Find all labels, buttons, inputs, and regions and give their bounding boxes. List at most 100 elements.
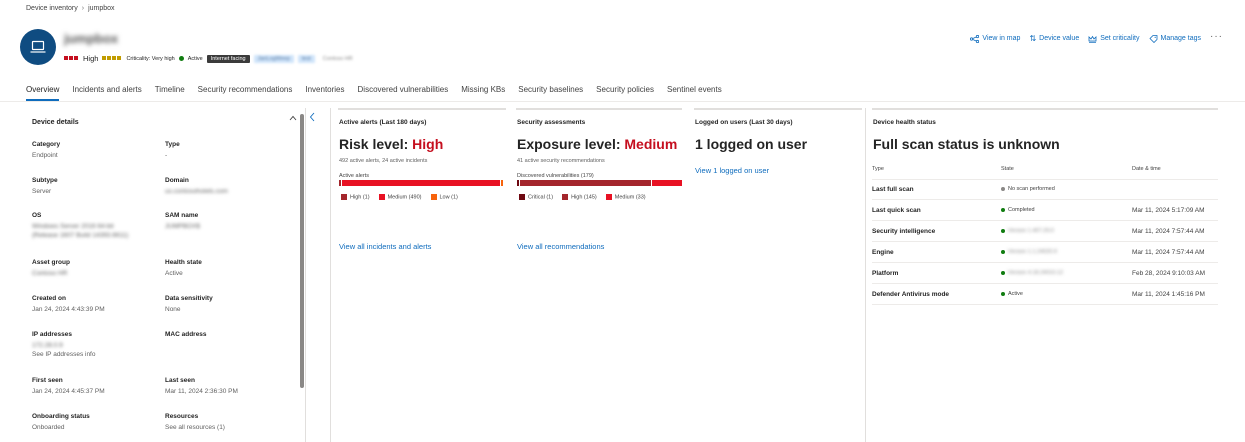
alerts-bar-high-segment xyxy=(339,180,341,186)
legend-label: Low (1) xyxy=(439,194,458,201)
field-ip-addresses: IP addresses 172.28.0.9 See IP addresses… xyxy=(32,331,95,359)
manage-tags-button[interactable]: Manage tags xyxy=(1148,34,1201,43)
vulnerabilities-bar xyxy=(517,180,682,186)
health-date: Mar 11, 2024 1:45:16 PM xyxy=(1132,290,1205,298)
tab-security-policies[interactable]: Security policies xyxy=(596,85,654,101)
tag-internet-facing[interactable]: Internet facing xyxy=(206,54,250,63)
tag-item[interactable]: JanLogWeep xyxy=(253,54,294,63)
see-ip-addresses-link[interactable]: See IP addresses info xyxy=(32,350,95,359)
vulnerabilities-legend: Critical (1) High (145) Medium (33) xyxy=(519,194,646,200)
active-alerts-title: Active alerts (Last 180 days) xyxy=(339,119,427,126)
exposure-level-value: Medium xyxy=(624,136,678,152)
field-label: Domain xyxy=(165,177,189,184)
health-state: Version 1.407.29.0 xyxy=(1001,228,1132,234)
field-value: None xyxy=(165,306,181,313)
status-ok-icon xyxy=(1001,208,1005,212)
field-label: Onboarding status xyxy=(32,413,90,420)
legend-item: High (145) xyxy=(562,194,597,200)
view-all-recommendations-link[interactable]: View all recommendations xyxy=(517,242,604,251)
column-header-type: Type xyxy=(872,166,884,172)
criticality-icon xyxy=(102,55,122,62)
device-meta: High Criticality: Very high Active Inter… xyxy=(64,54,357,63)
tab-missing-kbs[interactable]: Missing KBs xyxy=(461,85,505,101)
panel-divider xyxy=(330,108,331,442)
status-ok-icon xyxy=(1001,292,1005,296)
manage-tags-label: Manage tags xyxy=(1160,35,1201,42)
see-all-resources-link[interactable]: See all resources (1) xyxy=(165,423,225,432)
health-state: Active xyxy=(1001,291,1132,297)
view-all-incidents-link[interactable]: View all incidents and alerts xyxy=(339,242,431,251)
field-label: SAM name xyxy=(165,212,199,219)
more-actions-icon[interactable]: ··· xyxy=(1210,31,1223,42)
device-details-panel: Device details Category Endpoint Type - … xyxy=(24,108,306,442)
active-alerts-legend: High (1) Medium (490) Low (1) xyxy=(341,194,458,200)
health-type: Platform xyxy=(872,269,899,277)
health-state-text: Completed xyxy=(1008,207,1035,213)
health-type: Last quick scan xyxy=(872,206,921,214)
vulnerabilities-bar-label: Discovered vulnerabilities (179) xyxy=(517,173,594,179)
field-label: Subtype xyxy=(32,177,58,184)
table-row: Security intelligence Version 1.407.29.0… xyxy=(872,221,1218,242)
panel-divider xyxy=(865,108,866,442)
logged-on-users-title: Logged on users (Last 30 days) xyxy=(695,119,793,126)
tab-overview[interactable]: Overview xyxy=(26,85,60,101)
field-os: OS Windows Server 2016 64-bit (Release 1… xyxy=(32,212,128,240)
tag-item[interactable]: test xyxy=(297,54,315,63)
field-value: Jan 24, 2024 4:43:39 PM xyxy=(32,306,105,313)
risk-level-headline: Risk level: High xyxy=(339,136,443,152)
legend-label: High (145) xyxy=(571,194,597,201)
table-row: Defender Antivirus mode Active Mar 11, 2… xyxy=(872,284,1218,305)
set-criticality-label: Set criticality xyxy=(1100,35,1140,42)
active-alerts-card: Active alerts (Last 180 days) Risk level… xyxy=(338,108,506,268)
field-subtype: Subtype Server xyxy=(32,177,58,196)
health-type: Defender Antivirus mode xyxy=(872,290,950,298)
tab-security-baselines[interactable]: Security baselines xyxy=(518,85,583,101)
health-date: Mar 11, 2024 5:17:09 AM xyxy=(1132,206,1205,214)
risk-level-prefix: Risk level: xyxy=(339,136,413,152)
tab-incidents-and-alerts[interactable]: Incidents and alerts xyxy=(72,85,141,101)
security-recommendations-summary: 41 active security recommendations xyxy=(517,158,605,164)
field-health-state: Health state Active xyxy=(165,259,202,278)
chevron-left-icon[interactable] xyxy=(309,112,315,124)
field-label: Asset group xyxy=(32,259,70,266)
active-alerts-summary: 492 active alerts, 24 active incidents xyxy=(339,158,428,164)
chevron-up-icon[interactable] xyxy=(289,115,297,123)
breadcrumb-current: jumpbox xyxy=(88,5,115,12)
column-header-state: State xyxy=(1001,166,1014,172)
health-table-header: Type State Date & time xyxy=(872,159,1218,180)
field-category: Category Endpoint xyxy=(32,141,60,160)
map-node-icon xyxy=(970,34,980,43)
health-state-text: No scan performed xyxy=(1008,186,1055,192)
device-health-headline: Full scan status is unknown xyxy=(873,136,1060,152)
tab-discovered-vulnerabilities[interactable]: Discovered vulnerabilities xyxy=(358,85,449,101)
tab-inventories[interactable]: Inventories xyxy=(305,85,344,101)
health-state-text: Version 1.1.24020.9 xyxy=(1008,249,1057,255)
active-alerts-bar-label: Active alerts xyxy=(339,173,369,179)
field-label: Category xyxy=(32,141,61,148)
field-value: JUMPBOX$ xyxy=(165,223,201,230)
legend-label: High (1) xyxy=(350,194,370,201)
health-state: Version 4.18.24010.12 xyxy=(1001,270,1132,276)
health-date: Mar 11, 2024 7:57:44 AM xyxy=(1132,248,1205,256)
device-details-title: Device details xyxy=(32,119,79,126)
details-scrollbar[interactable] xyxy=(300,114,304,388)
tab-security-recommendations[interactable]: Security recommendations xyxy=(198,85,293,101)
laptop-icon xyxy=(30,40,46,53)
breadcrumb-parent[interactable]: Device inventory xyxy=(26,5,78,12)
field-value: Endpoint xyxy=(32,152,58,159)
alerts-bar-low-segment xyxy=(501,180,503,186)
set-criticality-button[interactable]: Set criticality xyxy=(1088,35,1140,43)
view-logged-on-user-link[interactable]: View 1 logged on user xyxy=(695,166,769,175)
sort-arrows-icon: ⇅ xyxy=(1029,34,1037,43)
tab-sentinel-events[interactable]: Sentinel events xyxy=(667,85,722,101)
table-row: Platform Version 4.18.24010.12 Feb 28, 2… xyxy=(872,263,1218,284)
view-in-map-button[interactable]: View in map xyxy=(970,34,1020,43)
tag-item[interactable]: Contoso HR xyxy=(319,55,357,63)
field-asset-group: Asset group Contoso HR xyxy=(32,259,70,278)
tab-timeline[interactable]: Timeline xyxy=(155,85,185,101)
field-first-seen: First seen Jan 24, 2024 4:45:37 PM xyxy=(32,377,105,396)
active-alerts-bar xyxy=(339,180,503,186)
device-value-button[interactable]: ⇅ Device value xyxy=(1029,34,1079,43)
field-label: Last seen xyxy=(165,377,195,384)
status-ok-icon xyxy=(1001,229,1005,233)
